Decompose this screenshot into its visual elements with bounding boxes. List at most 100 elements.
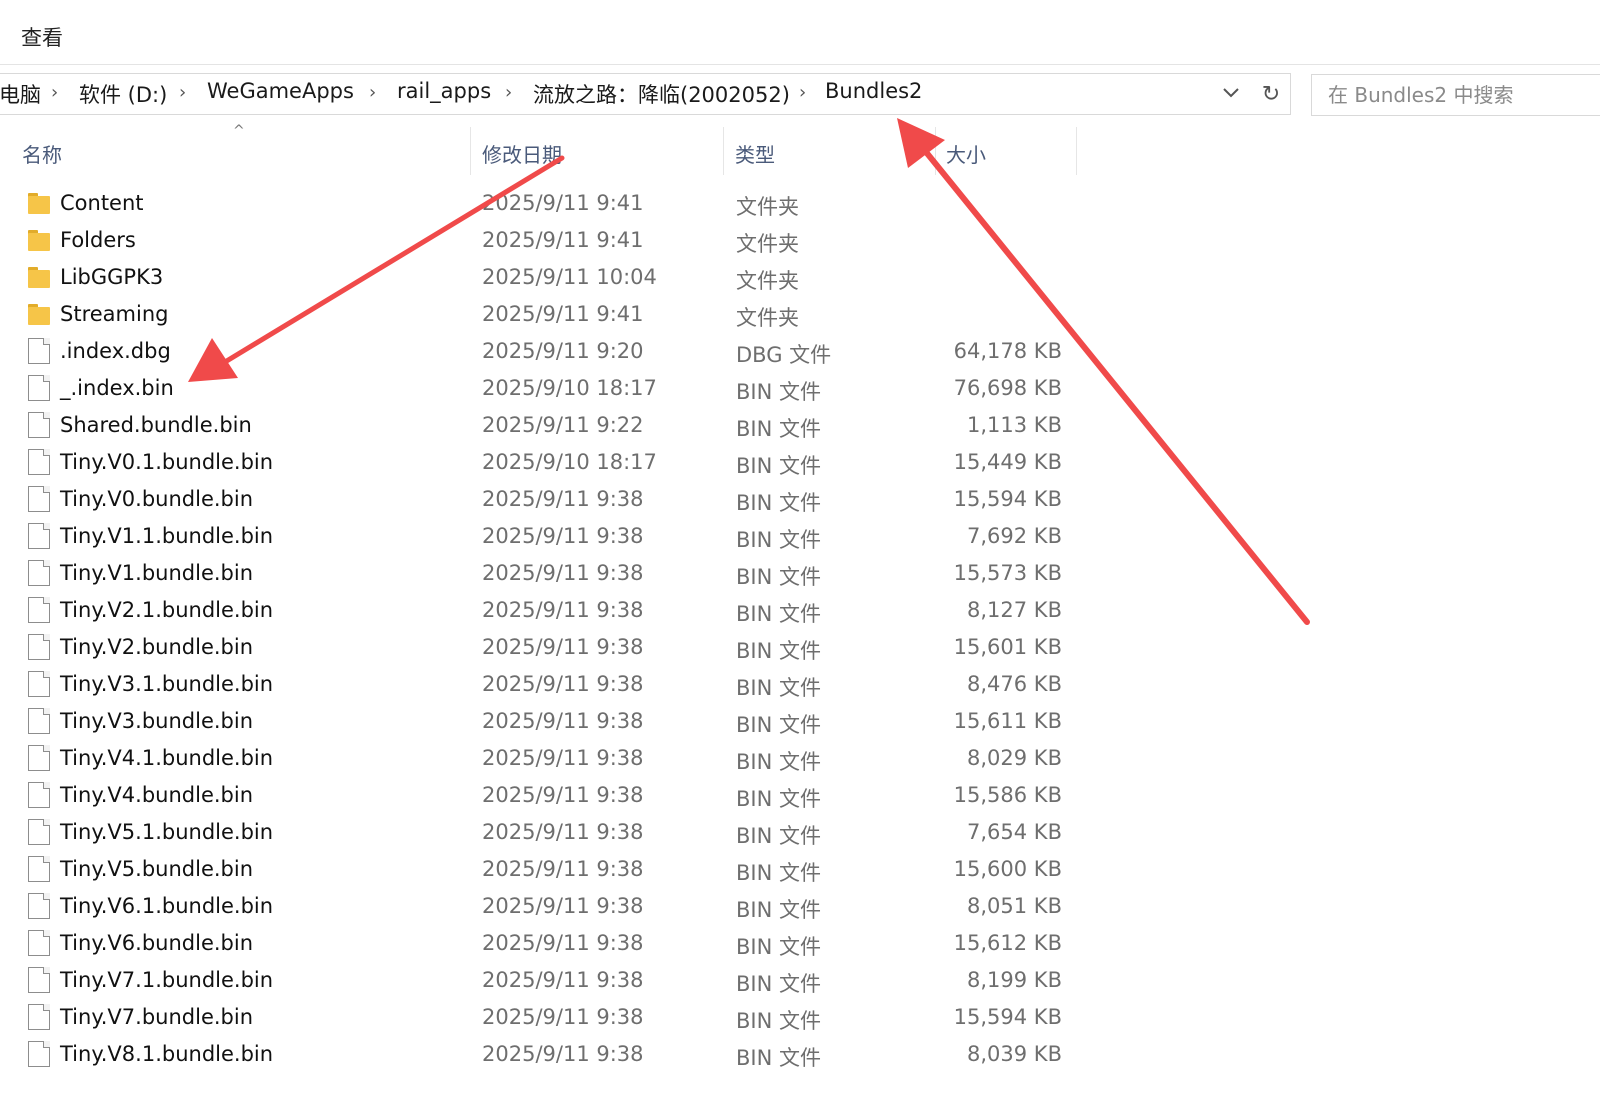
chevron-right-icon[interactable]: ›: [505, 82, 512, 103]
file-size: 7,654 KB: [967, 820, 1062, 844]
chevron-right-icon[interactable]: ›: [51, 82, 58, 103]
folder-icon: [28, 264, 50, 290]
file-size: 15,600 KB: [953, 857, 1062, 881]
file-date: 2025/9/11 9:20: [482, 339, 644, 363]
file-row[interactable]: Tiny.V3.1.bundle.bin 2025/9/11 9:38 BIN 文件…: [0, 666, 1080, 703]
file-size: 8,127 KB: [967, 598, 1062, 622]
file-row[interactable]: Content 2025/9/11 9:41 文件夹: [0, 185, 1080, 222]
file-type: 文件夹: [736, 195, 799, 219]
file-type: BIN 文件: [736, 750, 821, 774]
file-type: BIN 文件: [736, 1009, 821, 1033]
file-date: 2025/9/11 9:38: [482, 1042, 644, 1066]
file-row[interactable]: Tiny.V7.bundle.bin 2025/9/11 9:38 BIN 文件 15…: [0, 999, 1080, 1036]
file-name: Tiny.V7.bundle.bin: [60, 1005, 254, 1029]
column-divider[interactable]: [1076, 127, 1077, 175]
breadcrumb-drive[interactable]: 软件 (D:): [79, 79, 167, 109]
breadcrumb-game[interactable]: 流放之路：降临(2002052): [533, 79, 790, 109]
file-name: Tiny.V1.1.bundle.bin: [60, 524, 274, 548]
file-icon: [28, 560, 50, 586]
column-size[interactable]: 大小: [946, 139, 986, 168]
breadcrumb-rail-apps[interactable]: rail_apps: [397, 79, 491, 103]
file-icon: [28, 634, 50, 660]
file-row[interactable]: .index.dbg 2025/9/11 9:20 DBG 文件 64,178 KB: [0, 333, 1080, 370]
file-type: BIN 文件: [736, 787, 821, 811]
file-icon: [28, 486, 50, 512]
breadcrumb-pc[interactable]: 电脑: [0, 79, 41, 109]
file-date: 2025/9/11 9:38: [482, 524, 644, 548]
file-row[interactable]: Tiny.V4.bundle.bin 2025/9/11 9:38 BIN 文件 15…: [0, 777, 1080, 814]
file-type: 文件夹: [736, 269, 799, 293]
column-name[interactable]: 名称: [22, 139, 62, 168]
file-type: BIN 文件: [736, 454, 821, 478]
file-row[interactable]: Tiny.V6.bundle.bin 2025/9/11 9:38 BIN 文件 15…: [0, 925, 1080, 962]
breadcrumb-wegameapps[interactable]: WeGameApps: [207, 79, 354, 103]
file-row[interactable]: Tiny.V4.1.bundle.bin 2025/9/11 9:38 BIN 文件…: [0, 740, 1080, 777]
file-name: Folders: [60, 228, 136, 252]
file-size: 8,476 KB: [967, 672, 1062, 696]
file-date: 2025/9/10 18:17: [482, 450, 657, 474]
file-icon: [28, 930, 50, 956]
file-date: 2025/9/10 18:17: [482, 376, 657, 400]
file-name: Tiny.V5.1.bundle.bin: [60, 820, 274, 844]
file-row[interactable]: Tiny.V6.1.bundle.bin 2025/9/11 9:38 BIN 文件…: [0, 888, 1080, 925]
file-icon: [28, 597, 50, 623]
file-row[interactable]: Tiny.V1.1.bundle.bin 2025/9/11 9:38 BIN 文件…: [0, 518, 1080, 555]
search-box[interactable]: [1311, 74, 1600, 116]
file-row[interactable]: Folders 2025/9/11 9:41 文件夹: [0, 222, 1080, 259]
file-size: 15,586 KB: [953, 783, 1062, 807]
file-row[interactable]: Tiny.V3.bundle.bin 2025/9/11 9:38 BIN 文件 15…: [0, 703, 1080, 740]
file-row[interactable]: LibGGPK3 2025/9/11 10:04 文件夹: [0, 259, 1080, 296]
refresh-button[interactable]: ↻: [1252, 73, 1291, 115]
file-row[interactable]: Tiny.V2.bundle.bin 2025/9/11 9:38 BIN 文件 15…: [0, 629, 1080, 666]
chevron-right-icon[interactable]: ›: [799, 82, 806, 103]
file-size: 8,039 KB: [967, 1042, 1062, 1066]
menu-view[interactable]: 查看: [21, 22, 63, 52]
file-date: 2025/9/11 9:38: [482, 968, 644, 992]
file-row[interactable]: Tiny.V7.1.bundle.bin 2025/9/11 9:38 BIN 文件…: [0, 962, 1080, 999]
file-row[interactable]: Shared.bundle.bin 2025/9/11 9:22 BIN 文件 1,1…: [0, 407, 1080, 444]
folder-icon: [28, 190, 50, 216]
column-divider[interactable]: [935, 127, 936, 175]
chevron-right-icon[interactable]: ›: [179, 82, 186, 103]
chevron-down-icon[interactable]: [1217, 78, 1245, 108]
file-row[interactable]: Tiny.V0.bundle.bin 2025/9/11 9:38 BIN 文件 15…: [0, 481, 1080, 518]
file-type: BIN 文件: [736, 602, 821, 626]
file-icon: [28, 449, 50, 475]
file-row[interactable]: Tiny.V8.1.bundle.bin 2025/9/11 9:38 BIN 文件…: [0, 1036, 1080, 1073]
file-row[interactable]: Tiny.V1.bundle.bin 2025/9/11 9:38 BIN 文件 15…: [0, 555, 1080, 592]
file-date: 2025/9/11 9:38: [482, 746, 644, 770]
column-header: ^ 名称 修改日期 类型 大小: [0, 123, 1080, 175]
file-name: Tiny.V6.bundle.bin: [60, 931, 254, 955]
file-name: Content: [60, 191, 144, 215]
column-type[interactable]: 类型: [735, 139, 775, 168]
address-bar[interactable]: 电脑 › 软件 (D:) › WeGameApps › rail_apps › …: [0, 73, 1286, 115]
file-size: 8,199 KB: [967, 968, 1062, 992]
breadcrumb-bundles2[interactable]: Bundles2: [825, 79, 922, 103]
file-row[interactable]: Tiny.V2.1.bundle.bin 2025/9/11 9:38 BIN 文件…: [0, 592, 1080, 629]
file-icon: [28, 967, 50, 993]
file-date: 2025/9/11 9:38: [482, 931, 644, 955]
column-divider[interactable]: [723, 127, 724, 175]
search-input[interactable]: [1312, 75, 1600, 115]
file-type: BIN 文件: [736, 639, 821, 663]
file-name: Tiny.V2.bundle.bin: [60, 635, 254, 659]
file-row[interactable]: Streaming 2025/9/11 9:41 文件夹: [0, 296, 1080, 333]
file-row[interactable]: Tiny.V5.bundle.bin 2025/9/11 9:38 BIN 文件 15…: [0, 851, 1080, 888]
chevron-right-icon[interactable]: ›: [369, 82, 376, 103]
file-name: Tiny.V8.1.bundle.bin: [60, 1042, 274, 1066]
file-name: Tiny.V6.1.bundle.bin: [60, 894, 274, 918]
file-date: 2025/9/11 9:38: [482, 635, 644, 659]
file-icon: [28, 671, 50, 697]
file-name: Tiny.V4.bundle.bin: [60, 783, 254, 807]
file-type: BIN 文件: [736, 676, 821, 700]
column-date[interactable]: 修改日期: [482, 139, 562, 168]
file-row[interactable]: Tiny.V0.1.bundle.bin 2025/9/10 18:17 BIN 文…: [0, 444, 1080, 481]
file-size: 64,178 KB: [953, 339, 1062, 363]
file-name: Tiny.V3.bundle.bin: [60, 709, 254, 733]
file-row[interactable]: Tiny.V5.1.bundle.bin 2025/9/11 9:38 BIN 文件…: [0, 814, 1080, 851]
file-row[interactable]: _.index.bin 2025/9/10 18:17 BIN 文件 76,698 K…: [0, 370, 1080, 407]
column-divider[interactable]: [470, 127, 471, 175]
file-icon: [28, 1004, 50, 1030]
file-date: 2025/9/11 9:38: [482, 709, 644, 733]
file-date: 2025/9/11 9:38: [482, 894, 644, 918]
